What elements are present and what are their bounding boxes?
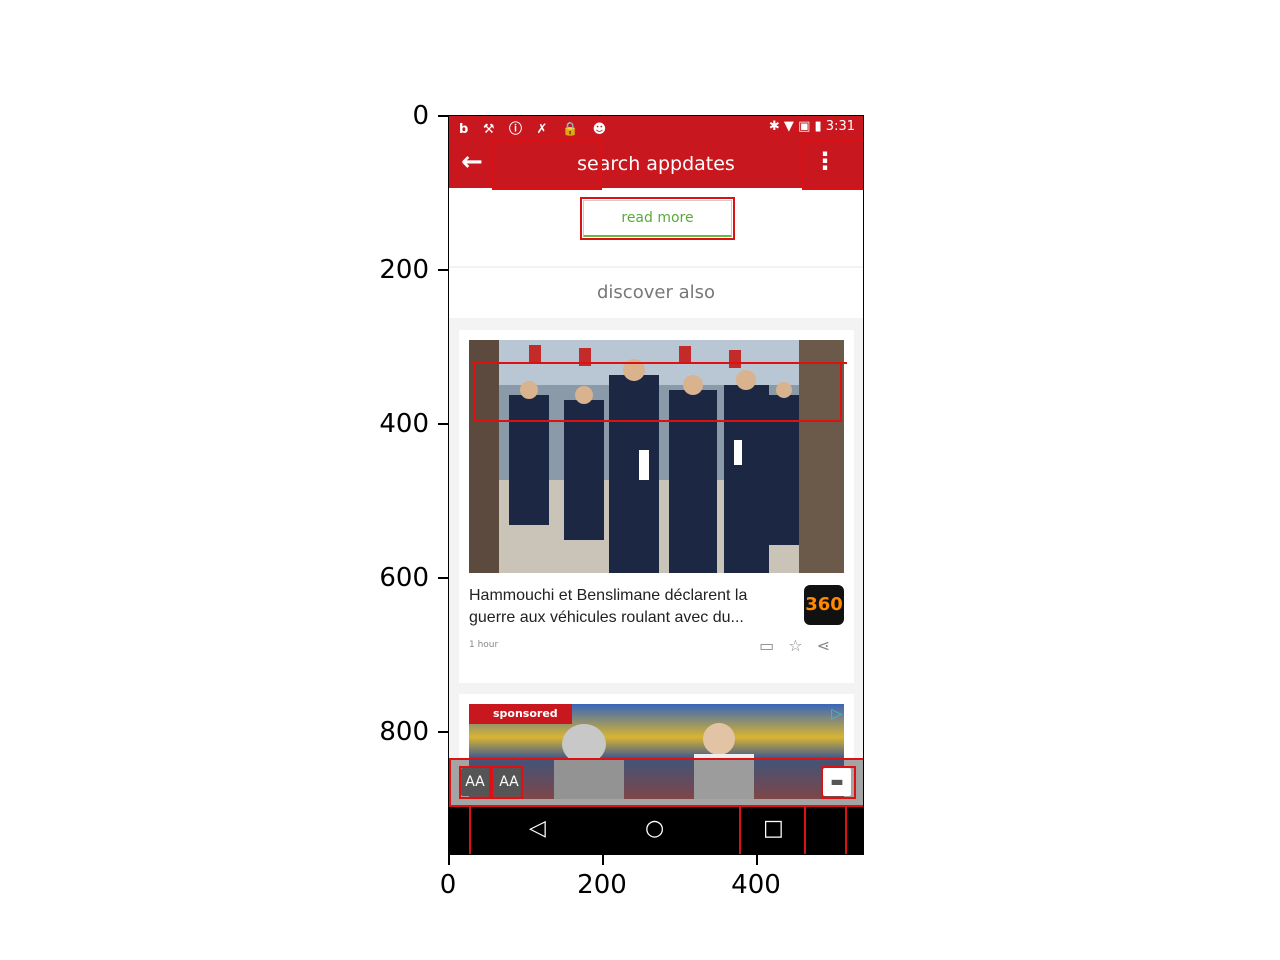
no-sim-icon: ▣ xyxy=(798,119,811,134)
more-vert-icon[interactable]: ⋮ xyxy=(813,149,837,173)
article-actions: ▭☆⋖ xyxy=(759,636,844,655)
article-time: 1 hour xyxy=(469,640,499,650)
app-bar: ← search appdates ⋮ xyxy=(449,139,863,188)
y-tick-label: 400 xyxy=(379,409,429,439)
article-image[interactable] xyxy=(469,340,844,573)
read-more-section: read more xyxy=(449,188,863,266)
star-icon[interactable]: ☆ xyxy=(788,636,816,655)
nav-back-button[interactable]: ◁ xyxy=(529,816,546,841)
adchoices-icon[interactable]: ▷ xyxy=(831,706,842,722)
wifi-icon: ▼ xyxy=(783,119,794,134)
y-tick-400 xyxy=(438,423,448,425)
y-tick-800 xyxy=(438,731,448,733)
discover-also-heading: discover also xyxy=(597,282,715,303)
status-bar: b ⚒ ⓘ ✗ 🔒 ☻ ✱ ▼ ▣ ▮ 3:31 xyxy=(449,116,863,139)
bottom-toolbar: AA AA ▬ xyxy=(449,758,863,806)
read-more-button[interactable]: read more xyxy=(583,200,732,237)
x-tick-200 xyxy=(602,855,604,865)
nav-recents-button[interactable]: □ xyxy=(763,816,784,841)
source-logo: 360 xyxy=(804,585,844,625)
battery-icon: ▮ xyxy=(814,119,822,134)
police-parade-photo xyxy=(469,340,844,573)
text-size-increase-button[interactable]: AA xyxy=(495,768,523,796)
y-tick-600 xyxy=(438,577,448,579)
y-tick-label: 200 xyxy=(379,255,429,285)
status-right: ✱ ▼ ▣ ▮ 3:31 xyxy=(769,119,855,134)
y-tick-200 xyxy=(438,269,448,271)
bluetooth-icon: ✱ xyxy=(768,119,780,134)
x-tick-label: 400 xyxy=(731,870,781,900)
y-tick-label: 600 xyxy=(379,563,429,593)
x-tick-label: 200 xyxy=(577,870,627,900)
x-tick-label: 0 xyxy=(439,870,457,900)
y-tick-0 xyxy=(438,115,448,117)
system-nav-bar: ◁ ○ □ xyxy=(449,806,863,854)
status-left-icons: b ⚒ ⓘ ✗ 🔒 ☻ xyxy=(459,122,612,137)
y-tick-label: 0 xyxy=(412,101,429,131)
share-icon[interactable]: ⋖ xyxy=(817,636,844,655)
x-tick-0 xyxy=(448,855,450,865)
y-tick-label: 800 xyxy=(379,717,429,747)
content-area: read more discover also Hammouchi et Ben… xyxy=(449,188,863,799)
page-title: search appdates xyxy=(577,153,735,175)
nav-home-button[interactable]: ○ xyxy=(645,816,664,841)
article-title[interactable]: Hammouchi et Benslimane déclarent la gue… xyxy=(469,585,789,629)
text-size-decrease-button[interactable]: AA xyxy=(461,768,489,796)
comment-icon[interactable]: ▭ xyxy=(759,636,788,655)
sponsored-badge: sponsored xyxy=(469,704,572,724)
discover-section: discover also xyxy=(449,268,863,318)
article-card[interactable]: Hammouchi et Benslimane déclarent la gue… xyxy=(459,330,854,683)
x-tick-400 xyxy=(756,855,758,865)
status-time: 3:31 xyxy=(825,119,855,134)
phone-screenshot: b ⚒ ⓘ ✗ 🔒 ☻ ✱ ▼ ▣ ▮ 3:31 ← search appdat… xyxy=(448,115,864,855)
comment-icon[interactable]: ▬ xyxy=(823,768,851,796)
